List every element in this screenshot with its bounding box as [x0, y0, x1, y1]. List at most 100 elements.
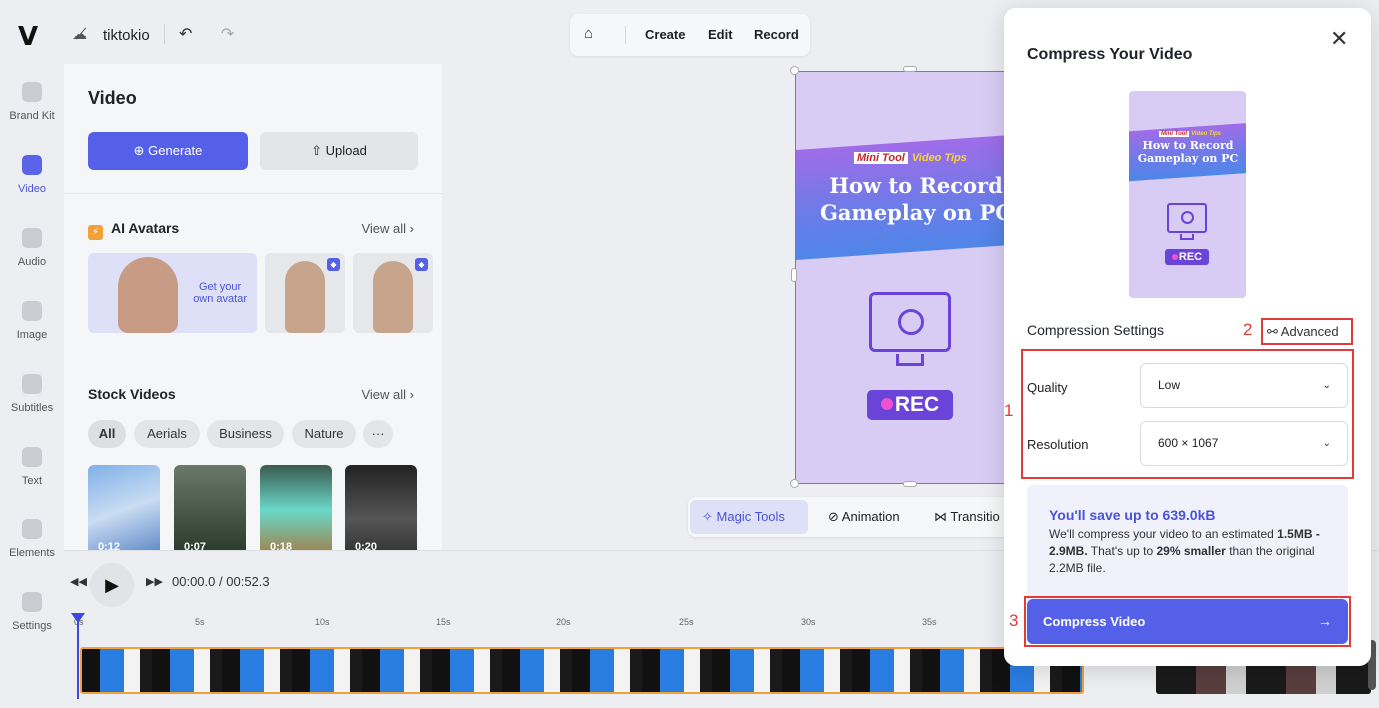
stock-video-thumb[interactable]: 0:20 — [345, 465, 417, 550]
video-canvas[interactable]: Mini Tool Video Tips How to Record Gamepl… — [795, 71, 1010, 484]
chip-business[interactable]: Business — [207, 420, 284, 448]
animation-button[interactable]: ⊘ Animation — [828, 509, 900, 525]
generate-label: Generate — [148, 143, 203, 158]
brand-logo: Mini Tool Video Tips — [854, 152, 967, 164]
home-icon[interactable]: ⌂ — [584, 25, 593, 42]
generate-icon: ⊕ — [133, 143, 149, 158]
magic-tools-button[interactable]: ✧ Magic Tools — [690, 500, 808, 534]
chevron-right-icon: › — [409, 221, 414, 236]
upload-button[interactable]: ⇧ Upload — [260, 132, 418, 170]
quality-value: Low — [1158, 378, 1181, 392]
video-duration: 0:07 — [184, 541, 207, 550]
stock-video-thumb[interactable]: 0:07 — [174, 465, 246, 550]
magic-tools-label: Magic Tools — [716, 509, 785, 524]
time-ruler[interactable]: 0s 5s 10s 15s 20s 25s 30s 35s — [74, 617, 1034, 631]
rail-label: Brand Kit — [9, 110, 55, 122]
video-track-clip[interactable] — [80, 647, 1084, 694]
chevron-down-icon: ⌄ — [1322, 438, 1331, 449]
rail-item-audio[interactable]: Audio — [0, 228, 64, 268]
ruler-tick: 10s — [315, 617, 330, 627]
rail-item-subtitles[interactable]: Subtitles — [0, 374, 64, 414]
video-panel: Video ⊕ Generate ⇧ Upload ⚡ AI Avatars Vi… — [64, 64, 442, 550]
total-time: 00:52.3 — [226, 574, 270, 589]
view-all-label: View all — [361, 387, 407, 402]
advanced-button[interactable]: ⚯ Advanced — [1267, 324, 1339, 340]
own-avatar-line1: Get your — [199, 281, 242, 293]
section-title-text: AI Avatars — [111, 220, 180, 236]
rail-label: Text — [21, 475, 43, 487]
rail-item-brand-kit[interactable]: Brand Kit — [0, 82, 64, 122]
avatar-card[interactable]: ◆ — [265, 253, 345, 333]
resize-handle[interactable] — [791, 268, 797, 282]
project-name[interactable]: tiktokio — [103, 27, 150, 44]
undo-icon[interactable]: ↶ — [179, 24, 192, 44]
own-avatar-card[interactable]: Get your own avatar — [88, 253, 257, 333]
rec-badge: REC — [1165, 249, 1209, 265]
rail-item-video[interactable]: Video — [0, 155, 64, 195]
transition-button[interactable]: ⋈ Transitio — [934, 509, 1000, 525]
animation-icon: ⊘ — [828, 509, 842, 524]
upload-icon: ⇧ — [311, 143, 326, 158]
brand-logo-text: Mini Tool — [854, 152, 908, 164]
resize-handle[interactable] — [790, 479, 799, 488]
avatar-person — [285, 261, 325, 333]
generate-button[interactable]: ⊕ Generate — [88, 132, 248, 170]
resize-handle[interactable] — [903, 66, 917, 72]
savings-percent: 29% smaller — [1156, 544, 1226, 558]
ruler-tick: 25s — [679, 617, 694, 627]
premium-diamond-icon: ◆ — [415, 258, 428, 271]
rec-text: REC — [894, 393, 940, 416]
resize-handle[interactable] — [903, 481, 917, 487]
ai-avatars-view-all[interactable]: View all › — [361, 221, 414, 236]
annotation-3: 3 — [1009, 611, 1019, 630]
avatar-card[interactable]: ◆ — [353, 253, 433, 333]
app-logo[interactable]: V — [18, 22, 38, 52]
compress-label: Compress Video — [1043, 614, 1146, 629]
play-button[interactable]: ▶ — [90, 563, 134, 607]
rewind-icon[interactable]: ◀◀ — [70, 575, 87, 588]
chevron-down-icon: ⌄ — [1322, 380, 1331, 391]
avatar-face — [118, 257, 178, 333]
chip-all[interactable]: All — [88, 420, 126, 448]
close-icon[interactable]: ✕ — [1330, 26, 1348, 52]
mode-record[interactable]: Record — [754, 27, 799, 42]
ruler-tick: 5s — [195, 617, 205, 627]
savings-description: We'll compress your video to an estimate… — [1049, 526, 1339, 577]
divider — [164, 24, 165, 44]
chip-more[interactable]: ··· — [363, 420, 393, 448]
compress-video-button[interactable]: Compress Video → — [1027, 599, 1348, 644]
mode-create[interactable]: Create — [645, 27, 685, 42]
ai-badge-icon: ⚡ — [88, 225, 103, 240]
ai-avatars-title: ⚡ AI Avatars — [88, 220, 179, 240]
annotation-2: 2 — [1243, 320, 1253, 339]
savings-title: You'll save up to 639.0kB — [1049, 507, 1216, 523]
stock-videos-view-all[interactable]: View all › — [361, 387, 414, 402]
play-icon — [898, 309, 924, 335]
subtitles-icon — [22, 374, 42, 394]
video-duration: 0:20 — [355, 541, 378, 550]
resolution-select[interactable]: 600 × 1067 ⌄ — [1140, 421, 1348, 466]
ruler-tick: 30s — [801, 617, 816, 627]
stock-video-thumb[interactable]: 0:12 — [88, 465, 160, 550]
chip-nature[interactable]: Nature — [292, 420, 356, 448]
stock-video-thumb[interactable]: 0:18 — [260, 465, 332, 550]
cloud-off-icon: ☁̸ — [72, 26, 87, 43]
monitor-stand — [896, 354, 924, 366]
mode-edit[interactable]: Edit — [708, 27, 733, 42]
resize-handle[interactable] — [790, 66, 799, 75]
arrow-right-icon: → — [1318, 613, 1332, 629]
redo-icon[interactable]: ↷ — [221, 24, 234, 44]
rail-item-settings[interactable]: Settings — [0, 592, 64, 632]
text-icon — [22, 447, 42, 467]
rail-item-image[interactable]: Image — [0, 301, 64, 341]
rec-text: REC — [1178, 251, 1203, 263]
animation-label: Animation — [841, 509, 900, 524]
rail-item-elements[interactable]: Elements — [0, 519, 64, 559]
chip-aerials[interactable]: Aerials — [134, 420, 200, 448]
rail-label: Video — [18, 183, 46, 195]
rail-item-text[interactable]: Text — [0, 447, 64, 487]
quality-select[interactable]: Low ⌄ — [1140, 363, 1348, 408]
rail-label: Image — [16, 329, 48, 341]
fast-forward-icon[interactable]: ▶▶ — [146, 575, 163, 588]
resolution-label: Resolution — [1027, 437, 1089, 452]
